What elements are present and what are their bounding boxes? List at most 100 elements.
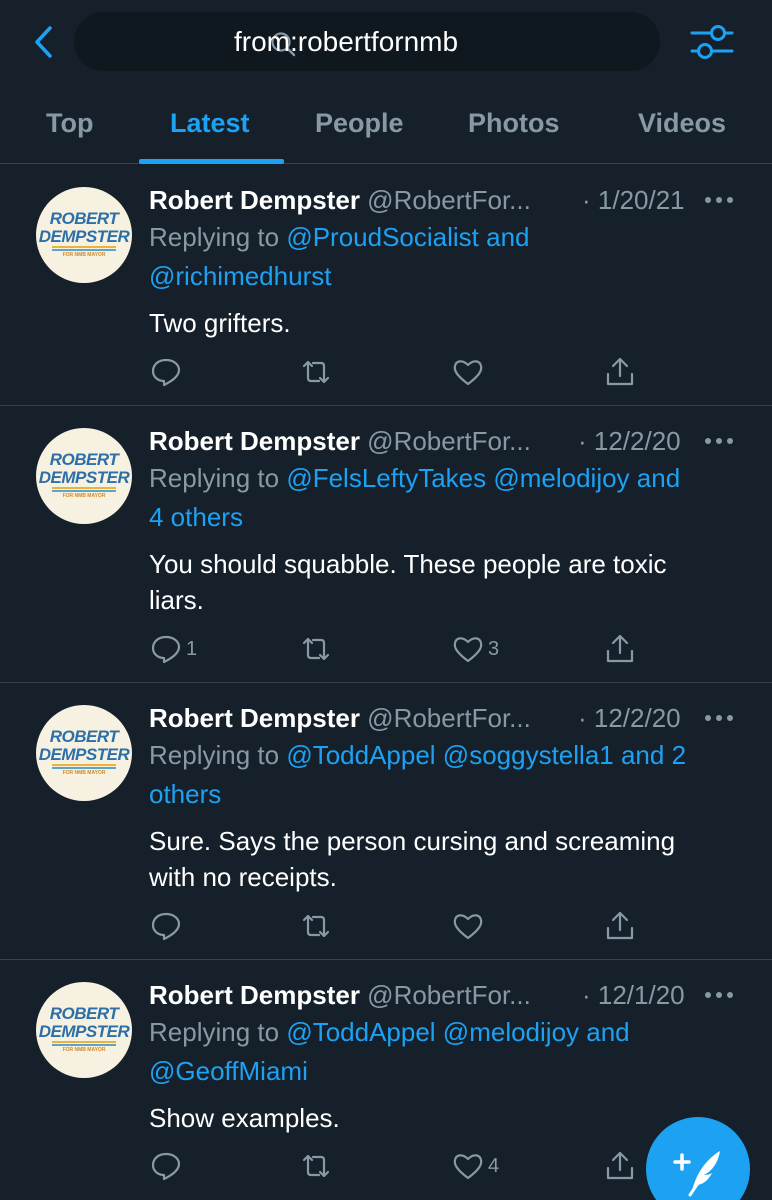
retweet-button[interactable] [300,632,332,666]
retweet-button[interactable] [300,909,332,943]
retweet-button[interactable] [300,355,332,389]
reply-button[interactable] [150,1149,186,1183]
author-name: Robert Dempster [149,426,360,456]
avatar-logo-line2: DEMPSTER [38,1022,130,1041]
mention-link[interactable]: others [149,779,221,809]
avatar-stripe [52,1041,116,1043]
avatar-logo-line1: ROBERT [49,209,119,228]
tab-people[interactable]: People [315,108,404,139]
avatar-tagline: FOR NMB MAYOR [62,493,106,499]
avatar-tagline: FOR NMB MAYOR [62,770,106,776]
replying-prefix: Replying to [149,222,287,252]
tweet-text-line: Sure. Says the person cursing and scream… [149,826,676,856]
like-count: 4 [488,1154,500,1177]
reply-button[interactable]: 1 [150,632,197,666]
mention-link[interactable]: @ProudSocialist and [286,222,529,252]
avatar-stripe [52,1044,116,1046]
heart-icon [453,914,483,940]
tweet-text: Two grifters. [149,305,749,341]
tweet[interactable]: ROBERT DEMPSTER FOR NMB MAYOR Robert Dem… [0,683,772,960]
reply-button[interactable] [150,355,186,389]
avatar-stripe [52,490,116,492]
share-icon [606,634,634,663]
search-filter-button[interactable] [688,20,736,64]
reply-button[interactable] [150,909,186,943]
more-icon[interactable] [704,990,734,1000]
chevron-left-icon [35,26,52,58]
back-button[interactable] [26,22,66,62]
mention-link[interactable]: @ToddAppel @melodijoy and [286,1017,629,1047]
more-icon[interactable] [704,195,734,205]
author-handle: @RobertFor... [367,185,531,215]
share-button[interactable] [604,355,636,389]
share-icon [606,911,634,940]
avatar[interactable]: ROBERT DEMPSTER FOR NMB MAYOR [36,982,132,1078]
tab-latest[interactable]: Latest [170,108,250,139]
avatar-logo-line1: ROBERT [49,1004,119,1023]
active-tab-indicator [139,159,284,164]
mention-link[interactable]: @GeoffMiami [149,1056,308,1086]
tweet-text-line: Two grifters. [149,308,291,338]
heart-icon [453,360,483,386]
tweet-text: Sure. Says the person cursing and scream… [149,823,749,895]
reply-count: 1 [186,637,198,660]
avatar-logo-line2: DEMPSTER [38,468,130,487]
tweet-date: · 12/2/20 [578,426,681,456]
comment-icon [151,912,181,941]
like-button[interactable]: 4 [452,1149,499,1183]
compose-tweet-button[interactable] [646,1117,750,1200]
tweet-author[interactable]: Robert Dempster @RobertFor... [149,703,531,734]
like-button[interactable] [452,355,488,389]
like-button[interactable] [452,909,488,943]
tab-photos[interactable]: Photos [468,108,560,139]
mention-link[interactable]: @FelsLeftyTakes @melodijoy and [286,463,680,493]
sliders-icon [690,25,734,59]
author-handle: @RobertFor... [367,426,531,456]
avatar[interactable]: ROBERT DEMPSTER FOR NMB MAYOR [36,705,132,801]
avatar-tagline: FOR NMB MAYOR [62,252,106,258]
mention-link[interactable]: 4 others [149,502,243,532]
avatar-logo-line1: ROBERT [49,450,119,469]
tweet-date: · 12/2/20 [578,703,681,733]
like-count: 3 [488,637,500,660]
heart-icon [453,637,483,663]
tweet-date: · 1/20/21 [582,185,685,215]
replying-to: Replying to @ToddAppel @soggystella1 and… [149,736,749,814]
share-button[interactable] [604,1149,636,1183]
tab-videos[interactable]: Videos [638,108,726,139]
comment-icon [151,358,181,387]
search-header: from:robertfornmb [0,0,772,86]
mention-link[interactable]: @ToddAppel @soggystella1 and 2 [286,740,686,770]
author-name: Robert Dempster [149,980,360,1010]
more-icon[interactable] [704,713,734,723]
comment-icon [151,635,181,664]
search-query: from:robertfornmb [234,26,459,57]
retweet-icon [302,360,330,384]
like-button[interactable]: 3 [452,632,499,666]
tweet-author[interactable]: Robert Dempster @RobertFor... [149,185,531,216]
share-button[interactable] [604,632,636,666]
tweet[interactable]: ROBERT DEMPSTER FOR NMB MAYOR Robert Dem… [0,165,772,406]
search-input[interactable]: from:robertfornmb [74,12,660,71]
author-handle: @RobertFor... [367,703,531,733]
retweet-icon [302,914,330,938]
tweet-author[interactable]: Robert Dempster @RobertFor... [149,980,531,1011]
avatar-stripe [52,246,116,248]
retweet-button[interactable] [300,1149,332,1183]
comment-icon [151,1152,181,1181]
tweet-date: · 12/1/20 [582,980,685,1010]
avatar-stripe [52,249,116,251]
retweet-icon [302,637,330,661]
tab-top[interactable]: Top [46,108,93,139]
avatar[interactable]: ROBERT DEMPSTER FOR NMB MAYOR [36,428,132,524]
tweet-author[interactable]: Robert Dempster @RobertFor... [149,426,531,457]
share-icon [606,357,634,386]
tweet[interactable]: ROBERT DEMPSTER FOR NMB MAYOR Robert Dem… [0,406,772,683]
avatar[interactable]: ROBERT DEMPSTER FOR NMB MAYOR [36,187,132,283]
mention-link[interactable]: @richimedhurst [149,261,331,291]
share-button[interactable] [604,909,636,943]
more-icon[interactable] [704,436,734,446]
avatar-logo-line2: DEMPSTER [38,227,130,246]
author-handle: @RobertFor... [367,980,531,1010]
tweet-text-line: liars. [149,585,204,615]
